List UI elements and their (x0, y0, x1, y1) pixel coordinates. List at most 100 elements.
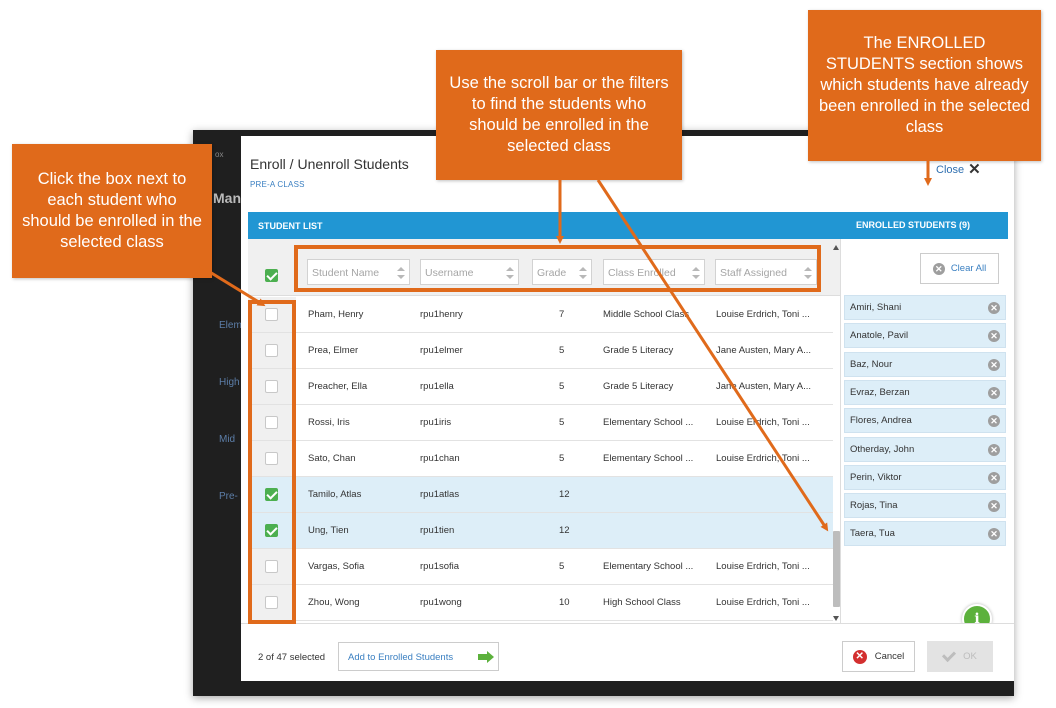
ok-button[interactable]: OK (927, 641, 993, 672)
dialog-footer: 2 of 47 selected Add to Enrolled Student… (241, 623, 1014, 681)
callout-enrolled-tip: The ENROLLED STUDENTS section shows whic… (808, 10, 1041, 161)
cancel-button[interactable]: ✕ Cancel (842, 641, 915, 672)
cell-username: rpu1tien (420, 525, 455, 536)
filter-placeholder: Staff Assigned (720, 267, 787, 279)
row-checkbox-cell (248, 477, 296, 512)
row-checkbox[interactable] (265, 488, 278, 501)
row-checkbox[interactable] (265, 524, 278, 537)
row-checkbox[interactable] (265, 560, 278, 573)
row-checkbox-cell (248, 441, 296, 476)
table-row[interactable]: Rossi, Iris rpu1iris 5 Elementary School ..… (248, 405, 833, 441)
close-button[interactable]: Close ✕ (936, 162, 981, 177)
enrolled-student-name: Anatole, Pavil (850, 330, 909, 342)
filter-class-enrolled[interactable]: Class Enrolled (603, 259, 705, 285)
table-row[interactable]: Pham, Henry rpu1henry 7 Middle School Class… (248, 297, 833, 333)
cell-grade: 12 (559, 525, 570, 536)
cell-name: Prea, Elmer (308, 345, 359, 356)
row-checkbox[interactable] (265, 380, 278, 393)
cell-staff: Jane Austen, Mary A... (716, 345, 812, 356)
scroll-down-icon[interactable] (833, 616, 839, 621)
cell-username: rpu1henry (420, 309, 463, 320)
filter-placeholder: Username (425, 267, 474, 279)
cell-name: Rossi, Iris (308, 417, 350, 428)
cell-name: Zhou, Wong (308, 597, 360, 608)
sort-icon[interactable] (804, 267, 812, 279)
filter-grade[interactable]: Grade (532, 259, 592, 285)
sort-icon[interactable] (397, 267, 405, 279)
row-checkbox[interactable] (265, 416, 278, 429)
remove-icon[interactable]: ✕ (988, 471, 1000, 484)
row-checkbox-cell (248, 405, 296, 440)
cell-name: Pham, Henry (308, 309, 364, 320)
cell-name: Vargas, Sofia (308, 561, 365, 572)
select-all-checkbox[interactable] (265, 269, 278, 282)
scrollbar-thumb[interactable] (833, 531, 840, 607)
backdrop-item: Pre- (219, 491, 238, 502)
add-to-enrolled-button[interactable]: Add to Enrolled Students (338, 642, 499, 671)
cell-username: rpu1chan (420, 453, 460, 464)
callout-enrolled-text: The ENROLLED STUDENTS section shows whic… (819, 34, 1030, 136)
filter-staff-assigned[interactable]: Staff Assigned (715, 259, 817, 285)
callout-checkbox-text: Click the box next to each student who s… (22, 170, 202, 251)
row-checkbox[interactable] (265, 596, 278, 609)
enrolled-student-name: Baz, Nour (850, 358, 893, 370)
row-checkbox[interactable] (265, 308, 278, 321)
cell-grade: 5 (559, 561, 565, 572)
enrolled-student-item: Flores, Andrea ✕ (844, 408, 1006, 434)
remove-icon[interactable]: ✕ (988, 443, 1000, 456)
screenshot-stage: ox Man Elem High Mid Pre- Enroll / Unenr… (0, 0, 1056, 708)
enrolled-student-item: Baz, Nour ✕ (844, 351, 1006, 377)
remove-icon[interactable]: ✕ (988, 358, 1000, 371)
remove-icon[interactable]: ✕ (988, 528, 1000, 541)
checkmark-icon (942, 647, 957, 662)
clear-icon: ✕ (932, 262, 945, 275)
row-checkbox-cell (248, 333, 296, 368)
table-row[interactable]: Preacher, Ella rpu1ella 5 Grade 5 Literacy J… (248, 369, 833, 405)
table-row[interactable]: Ung, Tien rpu1tien 12 (248, 513, 833, 549)
student-list-header: STUDENT LIST (248, 212, 840, 239)
enrolled-student-item: Anatole, Pavil ✕ (844, 323, 1006, 349)
enrolled-students-header: ENROLLED STUDENTS (9) (840, 212, 1008, 239)
enrolled-student-item: Otherday, John ✕ (844, 436, 1006, 462)
filter-placeholder: Grade (537, 267, 567, 279)
cell-username: rpu1wong (420, 597, 462, 608)
table-row[interactable]: Zhou, Wong rpu1wong 10 High School Class Lou… (248, 585, 833, 621)
enrolled-students-panel: ✕ Clear All Amiri, Shani ✕ Anatole, Pavil ✕… (840, 239, 1008, 623)
cell-username: rpu1atlas (420, 489, 460, 500)
cell-staff: Louise Erdrich, Toni ... (716, 417, 810, 428)
sort-icon[interactable] (506, 267, 514, 279)
dialog-title: Enroll / Unenroll Students (250, 156, 409, 172)
table-row[interactable]: Sato, Chan rpu1chan 5 Elementary School ...… (248, 441, 833, 477)
table-row[interactable]: Vargas, Sofia rpu1sofia 5 Elementary School… (248, 549, 833, 585)
remove-icon[interactable]: ✕ (988, 302, 1000, 314)
remove-icon[interactable]: ✕ (988, 330, 1000, 343)
enrolled-student-name: Otherday, John (850, 443, 915, 455)
student-list-scrollbar[interactable] (833, 245, 840, 621)
sort-icon[interactable] (692, 267, 700, 279)
row-checkbox[interactable] (265, 344, 278, 357)
enrolled-student-item: Evraz, Berzan ✕ (844, 379, 1006, 405)
clear-all-label: Clear All (950, 263, 987, 274)
table-row[interactable]: Tamilo, Atlas rpu1atlas 12 (248, 477, 833, 513)
row-checkbox[interactable] (265, 452, 278, 465)
clear-all-button[interactable]: ✕ Clear All (920, 253, 999, 284)
filter-username[interactable]: Username (420, 259, 519, 285)
cancel-icon: ✕ (852, 649, 867, 664)
backdrop-title-fragment: Man (213, 190, 241, 206)
remove-icon[interactable]: ✕ (988, 386, 1000, 399)
scroll-up-icon[interactable] (833, 245, 839, 250)
cell-grade: 5 (559, 417, 565, 428)
enrolled-student-item: Perin, Viktor ✕ (844, 464, 1006, 490)
enrolled-student-item: Taera, Tua ✕ (844, 521, 1006, 547)
remove-icon[interactable]: ✕ (988, 500, 1000, 513)
cell-class: Elementary School ... (603, 417, 694, 428)
cell-username: rpu1elmer (420, 345, 463, 356)
dialog-subtitle: PRE-A CLASS (250, 180, 305, 189)
add-to-enrolled-label: Add to Enrolled Students (348, 652, 454, 663)
remove-icon[interactable]: ✕ (988, 415, 1000, 428)
callout-checkbox-tip: Click the box next to each student who s… (12, 144, 212, 278)
filter-student-name[interactable]: Student Name (307, 259, 410, 285)
row-checkbox-cell (248, 585, 296, 620)
sort-icon[interactable] (579, 267, 587, 279)
table-row[interactable]: Prea, Elmer rpu1elmer 5 Grade 5 Literacy Jan… (248, 333, 833, 369)
